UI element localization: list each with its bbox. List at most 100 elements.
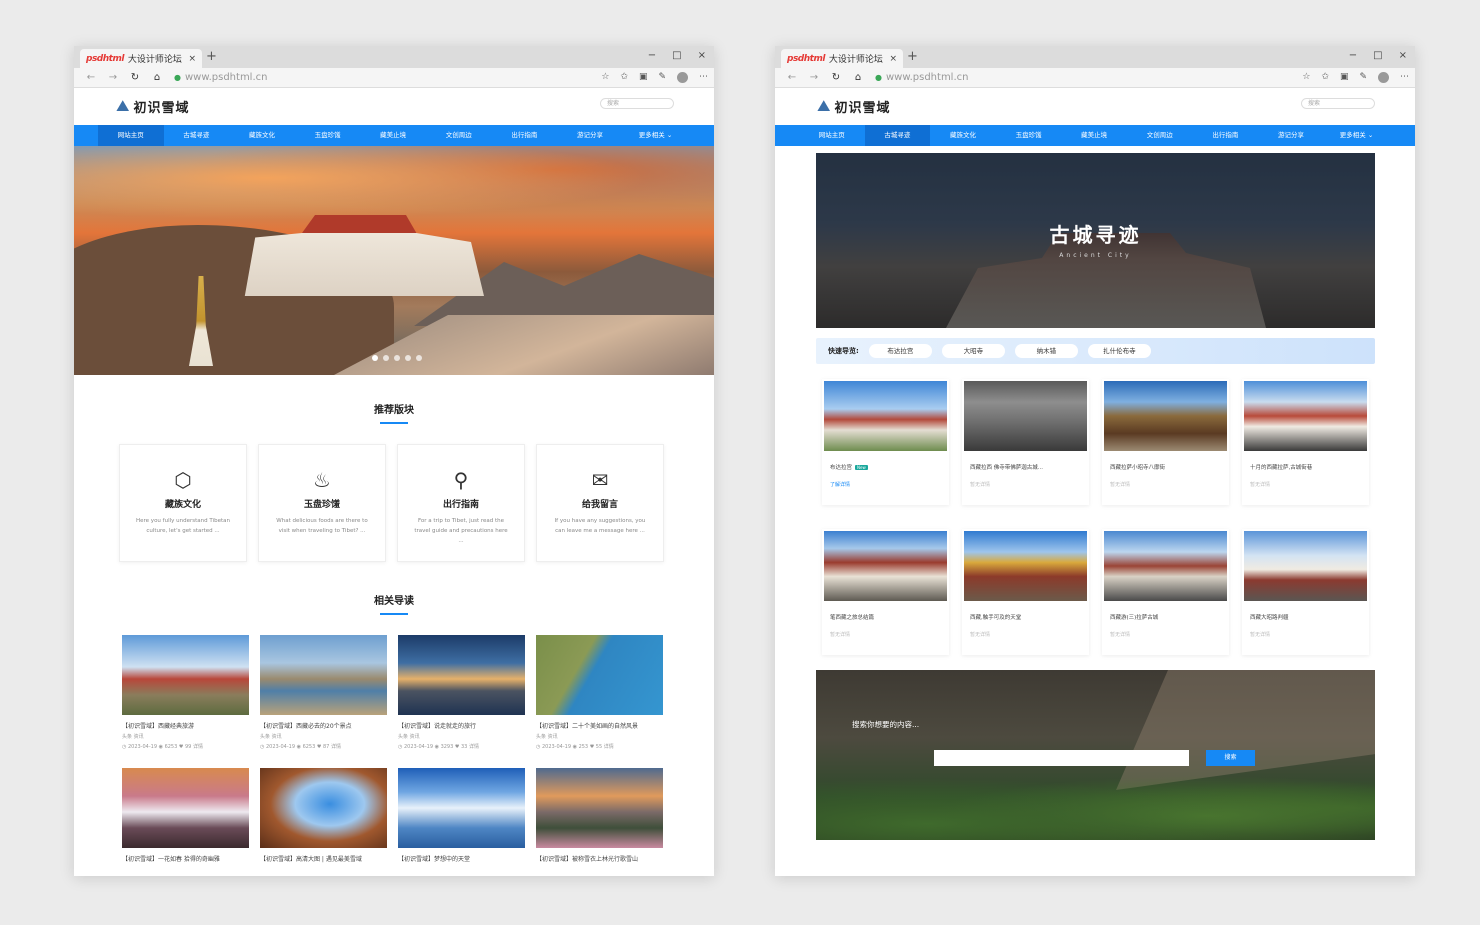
quick-nav-tag[interactable]: 扎什伦布寺 [1087,344,1151,358]
more-icon[interactable]: ⋯ [699,72,708,83]
profile-icon[interactable] [677,72,688,83]
forward-icon[interactable]: → [102,72,124,83]
post-card[interactable]: 【初识雪域】高清大图 | 遇见最美雪域 [260,768,387,876]
reading-icon[interactable]: ✎ [658,72,666,83]
post-card[interactable]: 【初识雪域】一花如春 拾得的奇幽雅 [122,768,249,876]
close-window-icon[interactable]: × [698,49,706,63]
nav-item-guide[interactable]: 出行指南 [1193,125,1259,146]
more-icon[interactable]: ⋯ [1400,72,1409,83]
search-input[interactable] [934,750,1189,766]
carousel-dot[interactable] [383,355,389,361]
nav-item-travelogue[interactable]: 游记分享 [557,125,623,146]
search-button[interactable]: 搜索 [1206,750,1255,766]
nav-item-culture[interactable]: 藏族文化 [229,125,295,146]
profile-icon[interactable] [1378,72,1389,83]
nav-item-scenery[interactable]: 藏美止境 [1061,125,1127,146]
browser-tab[interactable]: psdhtml 大设计师论坛 × [781,49,903,68]
nav-item-ancient-city[interactable]: 古城寻迹 [164,125,230,146]
minimize-icon[interactable]: − [1349,49,1357,63]
post-more-link[interactable]: 详情 [604,744,614,750]
site-card[interactable]: 西藏大昭路判疆 暂无详情 [1242,529,1369,655]
nav-item-culture[interactable]: 藏族文化 [930,125,996,146]
nav-item-home[interactable]: 网站主页 [98,125,164,146]
site-detail-link[interactable]: 暂无详情 [970,481,1087,488]
post-more-link[interactable]: 详情 [331,744,341,750]
nav-item-more[interactable]: 更多相关 ⌄ [623,125,689,146]
header-search-input[interactable]: 搜索 [600,98,674,109]
site-detail-link[interactable]: 暂无详情 [1110,481,1227,488]
reload-icon[interactable]: ↻ [124,72,146,83]
site-card[interactable]: 布达拉宫 New 了解详情 [822,379,949,505]
carousel-dot[interactable] [405,355,411,361]
site-card[interactable]: 笔西藏之旅总结篇 暂无详情 [822,529,949,655]
site-logo[interactable]: ⛰ 初识雪域 [116,96,189,116]
site-detail-link[interactable]: 暂无详情 [1250,631,1367,638]
forward-icon[interactable]: → [803,72,825,83]
site-detail-link[interactable]: 了解详情 [830,481,947,488]
nav-item-creative[interactable]: 文创周边 [426,125,492,146]
post-card[interactable]: 【初识雪域】梦想中的天堂 [398,768,525,876]
nav-item-guide[interactable]: 出行指南 [492,125,558,146]
close-tab-icon[interactable]: × [188,54,196,64]
reading-icon[interactable]: ✎ [1359,72,1367,83]
site-card[interactable]: 西藏拉西 佛寺带佛萨迦古城... 暂无详情 [962,379,1089,505]
star-icon[interactable]: ☆ [601,72,609,83]
site-detail-link[interactable]: 暂无详情 [1110,631,1227,638]
post-more-link[interactable]: 详情 [469,744,479,750]
new-tab-icon[interactable]: + [907,49,918,65]
collections-icon[interactable]: ▣ [639,72,648,83]
header-search-input[interactable]: 搜索 [1301,98,1375,109]
back-icon[interactable]: ← [781,72,803,83]
nav-item-scenery[interactable]: 藏美止境 [360,125,426,146]
card-message[interactable]: ✉ 给我留言 If you have any suggestions, you … [536,444,664,562]
site-card[interactable]: 西藏游(三)拉萨古城 暂无详情 [1102,529,1229,655]
site-card[interactable]: 十月的西藏拉萨,古城街巷 暂无详情 [1242,379,1369,505]
new-tab-icon[interactable]: + [206,49,217,65]
url-field[interactable]: ● www.psdhtml.cn [875,72,1302,83]
browser-tab[interactable]: psdhtml 大设计师论坛 × [80,49,202,68]
maximize-icon[interactable]: □ [672,49,681,63]
nav-item-more[interactable]: 更多相关 ⌄ [1324,125,1390,146]
carousel-dot[interactable] [372,355,378,361]
minimize-icon[interactable]: − [648,49,656,63]
favorites-icon[interactable]: ✩ [1321,72,1329,83]
star-icon[interactable]: ☆ [1302,72,1310,83]
back-icon[interactable]: ← [80,72,102,83]
quick-nav-tag[interactable]: 纳木错 [1014,344,1078,358]
home-icon[interactable]: ⌂ [146,72,168,83]
site-card[interactable]: 西藏拉萨小昭寺八廓街 暂无详情 [1102,379,1229,505]
post-card[interactable]: 【初识雪域】说走就走的旅行 头条 资讯 ◷ 2023-04-19 ◉ 3293 … [398,635,525,757]
site-detail-link[interactable]: 暂无详情 [970,631,1087,638]
post-more-link[interactable]: 详情 [193,744,203,750]
close-tab-icon[interactable]: × [889,54,897,64]
nav-item-travelogue[interactable]: 游记分享 [1258,125,1324,146]
card-food[interactable]: ♨ 玉盘珍馐 What delicious foods are there to… [258,444,386,562]
quick-nav-tag[interactable]: 大昭寺 [941,344,1005,358]
card-culture[interactable]: ⬡ 藏族文化 Here you fully understand Tibetan… [119,444,247,562]
nav-item-creative[interactable]: 文创周边 [1127,125,1193,146]
site-card[interactable]: 西藏,触手可及的天堂 暂无详情 [962,529,1089,655]
post-card[interactable]: 【初识雪域】二十个美如画的自然风景 头条 资讯 ◷ 2023-04-19 ◉ 2… [536,635,663,757]
carousel-dot[interactable] [394,355,400,361]
maximize-icon[interactable]: □ [1373,49,1382,63]
nav-item-ancient-city[interactable]: 古城寻迹 [864,125,931,146]
collections-icon[interactable]: ▣ [1340,72,1349,83]
post-card[interactable]: 【初识雪域】西藏经典旅游 头条 资讯 ◷ 2023-04-19 ◉ 6253 ♥… [122,635,249,757]
card-guide[interactable]: ⚲ 出行指南 For a trip to Tibet, just read th… [397,444,525,562]
reload-icon[interactable]: ↻ [825,72,847,83]
quick-nav-tag[interactable]: 布达拉宫 [868,344,932,358]
site-logo[interactable]: ⛰ 初识雪域 [817,96,890,116]
close-window-icon[interactable]: × [1399,49,1407,63]
site-detail-link[interactable]: 暂无详情 [1250,481,1367,488]
carousel-dot[interactable] [416,355,422,361]
post-card[interactable]: 【初识雪域】西藏必去的20个景点 头条 资讯 ◷ 2023-04-19 ◉ 62… [260,635,387,757]
nav-item-home[interactable]: 网站主页 [799,125,865,146]
favorites-icon[interactable]: ✩ [620,72,628,83]
nav-item-food[interactable]: 玉盘珍馐 [295,125,361,146]
hero-carousel[interactable] [74,146,714,375]
url-field[interactable]: ● www.psdhtml.cn [174,72,601,83]
home-icon[interactable]: ⌂ [847,72,869,83]
nav-item-food[interactable]: 玉盘珍馐 [996,125,1062,146]
site-detail-link[interactable]: 暂无详情 [830,631,947,638]
post-card[interactable]: 【初识雪域】被称雪衣上林光行歌雪山 [536,768,663,876]
